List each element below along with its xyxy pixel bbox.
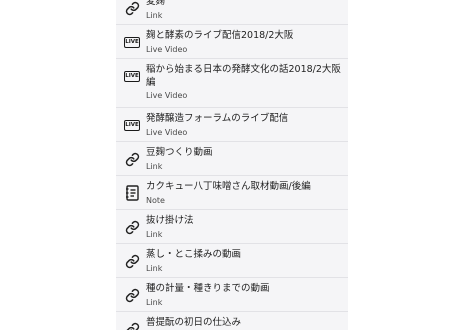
item-title: 蒸し・とこ揉みの動画	[146, 249, 242, 260]
item-title: カクキュー八丁味噌さん取材動画/後編	[146, 181, 311, 192]
live-icon: LIVE	[123, 116, 141, 134]
link-icon	[123, 252, 141, 270]
item-type: Live Video	[146, 44, 188, 54]
content-list: 麦麹 Link LIVE 麹と酵素のライブ配信2018/2大阪 Live Vid…	[116, 0, 348, 330]
link-icon	[123, 320, 141, 330]
link-icon	[123, 286, 141, 304]
link-icon	[123, 0, 141, 17]
list-item[interactable]: LIVE 麹と酵素のライブ配信2018/2大阪 Live Video	[116, 25, 348, 59]
list-item[interactable]: 抜け掛け法 Link	[116, 210, 348, 244]
live-icon: LIVE	[123, 67, 141, 85]
item-type: Link	[146, 10, 163, 20]
item-title: 豆麹つくり動画	[146, 147, 213, 158]
item-type: Link	[146, 263, 163, 273]
content-list-panel: 麦麹 Link LIVE 麹と酵素のライブ配信2018/2大阪 Live Vid…	[116, 0, 348, 330]
item-title: 麦麹	[146, 0, 166, 7]
item-title: 種の計量・種きりまでの動画	[146, 283, 270, 294]
item-title: 発酵醸造フォーラムのライブ配信	[146, 113, 289, 124]
note-icon	[123, 184, 141, 202]
list-item[interactable]: 蒸し・とこ揉みの動画 Link	[116, 244, 348, 278]
item-type: Note	[146, 195, 165, 205]
item-type: Link	[146, 161, 163, 171]
list-item[interactable]: LIVE 稲から始まる日本の発酵文化の話2018/2大阪編 Live Video	[116, 59, 348, 108]
item-title: 稲から始まる日本の発酵文化の話2018/2大阪編	[146, 64, 341, 88]
list-item[interactable]: LIVE 発酵醸造フォーラムのライブ配信 Live Video	[116, 108, 348, 142]
item-title: 麹と酵素のライブ配信2018/2大阪	[146, 30, 294, 41]
list-item[interactable]: 普提酛の初日の仕込み Link	[116, 312, 348, 330]
link-icon	[123, 218, 141, 236]
list-item[interactable]: 麦麹 Link	[116, 0, 348, 25]
item-title: 抜け掛け法	[146, 215, 194, 226]
item-type: Link	[146, 297, 163, 307]
list-item[interactable]: カクキュー八丁味噌さん取材動画/後編 Note	[116, 176, 348, 210]
live-icon: LIVE	[123, 33, 141, 51]
list-item[interactable]: 豆麹つくり動画 Link	[116, 142, 348, 176]
item-type: Link	[146, 229, 163, 239]
item-type: Live Video	[146, 91, 188, 100]
link-icon	[123, 150, 141, 168]
item-title: 普提酛の初日の仕込み	[146, 317, 242, 328]
item-type: Live Video	[146, 127, 188, 137]
list-item[interactable]: 種の計量・種きりまでの動画 Link	[116, 278, 348, 312]
